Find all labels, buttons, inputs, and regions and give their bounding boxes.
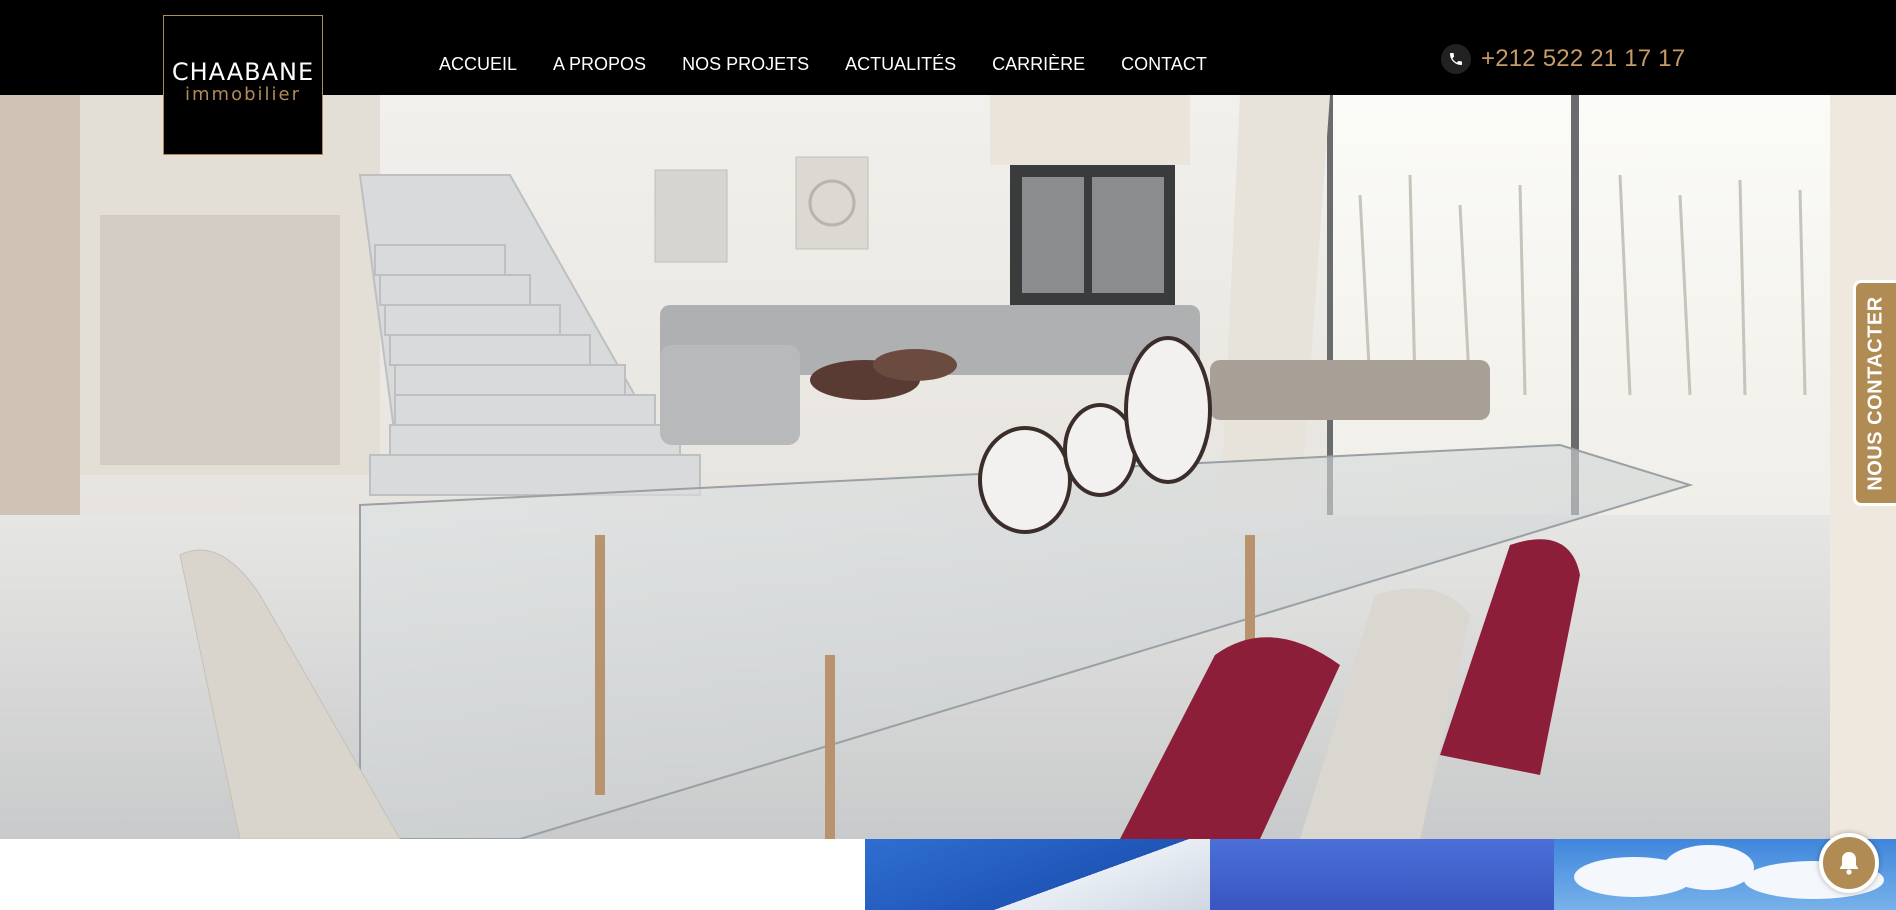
notification-bell[interactable]: [1819, 833, 1879, 893]
phone-icon: [1441, 44, 1471, 74]
project-tile-2[interactable]: [1210, 839, 1554, 910]
nav-item-nos-projets[interactable]: NOS PROJETS: [682, 52, 809, 76]
nous-contacter-label: NOUS CONTACTER: [1864, 295, 1887, 491]
hero-interior-illustration: [0, 95, 1896, 839]
logo-sub-text: immobilier: [185, 84, 301, 105]
phone-link[interactable]: +212 522 21 17 17: [1441, 44, 1685, 74]
main-nav: ACCUEIL A PROPOS NOS PROJETS ACTUALITÉS …: [439, 52, 1243, 76]
nav-item-accueil[interactable]: ACCUEIL: [439, 52, 517, 76]
projects-strip: [0, 839, 1896, 910]
nav-item-actualites[interactable]: ACTUALITÉS: [845, 52, 956, 76]
logo-main-text: CHAABANE: [171, 58, 315, 86]
bell-icon: [1840, 852, 1858, 875]
nav-item-carriere[interactable]: CARRIÈRE: [992, 52, 1085, 76]
nav-item-contact[interactable]: CONTACT: [1121, 52, 1207, 76]
phone-number: +212 522 21 17 17: [1481, 45, 1686, 72]
hero-image: [0, 95, 1896, 839]
logo[interactable]: CHAABANE immobilier: [163, 15, 323, 155]
nous-contacter-tab[interactable]: NOUS CONTACTER: [1853, 280, 1896, 506]
project-tile-1[interactable]: [865, 839, 1210, 910]
nav-item-a-propos[interactable]: A PROPOS: [553, 52, 646, 76]
